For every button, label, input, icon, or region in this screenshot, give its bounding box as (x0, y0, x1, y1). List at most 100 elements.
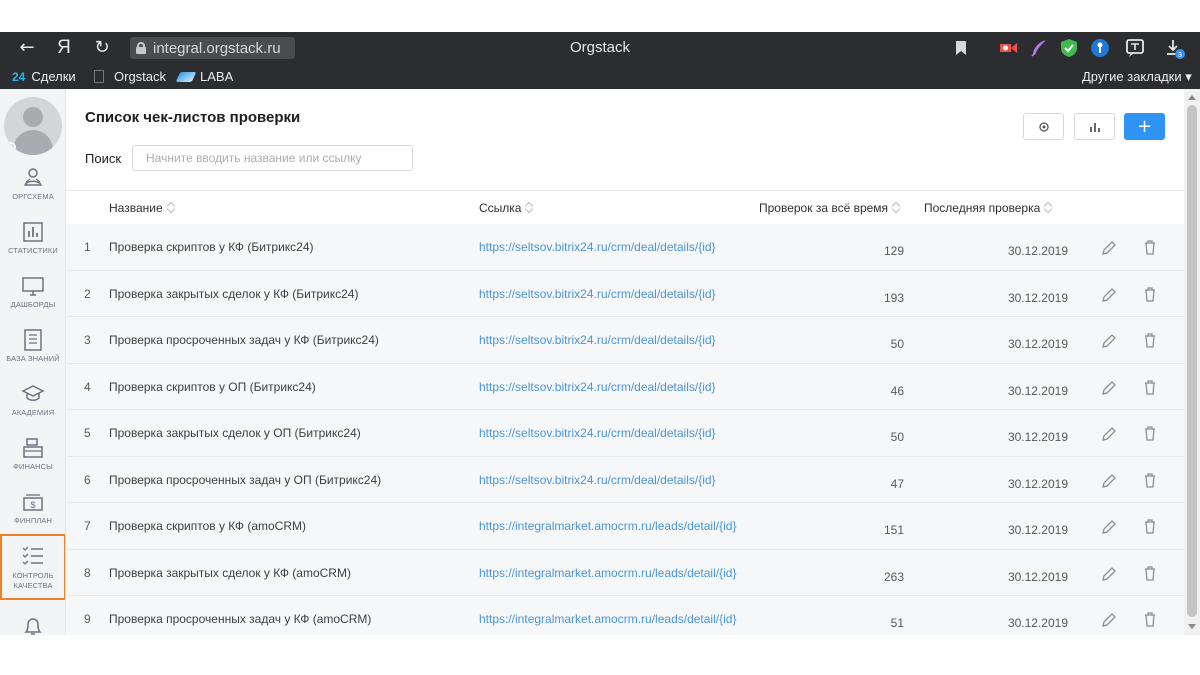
trash-icon[interactable] (1141, 564, 1159, 582)
checks-count: 47 (890, 476, 904, 491)
bookmark-icon[interactable] (950, 37, 972, 59)
edit-icon[interactable] (1100, 239, 1118, 257)
scroll-down-icon[interactable] (1188, 624, 1196, 629)
trash-icon[interactable] (1141, 517, 1159, 535)
sidebar-item-finance[interactable]: ФИНАНСЫ (0, 436, 65, 490)
row-number: 3 (84, 333, 91, 347)
key-extension-icon[interactable] (1089, 37, 1111, 59)
table-row[interactable]: 1 Проверка скриптов у КФ (Битрикс24) https… (67, 224, 1184, 271)
edit-icon[interactable] (1100, 611, 1118, 629)
avatar[interactable] (4, 97, 62, 155)
settings-button[interactable] (1023, 113, 1064, 140)
checklist-name[interactable]: Проверка закрытых сделок у КФ (Битрикс24… (109, 287, 358, 301)
page-scrollbar[interactable] (1184, 89, 1200, 635)
checklist-link[interactable]: https://integralmarket.amocrm.ru/leads/d… (479, 519, 736, 533)
scroll-up-icon[interactable] (1188, 95, 1196, 100)
sidebar-item-knowledge-base[interactable]: БАЗА ЗНАНИЙ (0, 328, 65, 382)
checklist-link[interactable]: https://seltsov.bitrix24.ru/crm/deal/det… (479, 333, 716, 347)
table-row[interactable]: 5 Проверка закрытых сделок у ОП (Битрикс2… (67, 410, 1184, 457)
table-row[interactable]: 8 Проверка закрытых сделок у КФ (amoCRM) h… (67, 549, 1184, 596)
column-header-count[interactable]: Проверок за всё время (759, 201, 900, 215)
sidebar-item-label: ОРГСХЕМА (12, 192, 54, 201)
main-content: Список чек-листов проверки Поиск + Назва… (67, 89, 1184, 635)
table-row[interactable]: 9 Проверка просроченных задач у КФ (amoCR… (67, 596, 1184, 635)
shield-icon[interactable] (1058, 37, 1080, 59)
checklist-name[interactable]: Проверка закрытых сделок у КФ (amoCRM) (109, 566, 351, 580)
trash-icon[interactable] (1141, 424, 1159, 442)
trash-icon[interactable] (1141, 378, 1159, 396)
video-extension-icon[interactable] (997, 37, 1019, 59)
last-check-date: 30.12.2019 (1007, 476, 1068, 491)
checklist-link[interactable]: https://integralmarket.amocrm.ru/leads/d… (479, 566, 736, 580)
checklist-name[interactable]: Проверка скриптов у КФ (amoCRM) (109, 519, 306, 533)
trash-icon[interactable] (1141, 331, 1159, 349)
sidebar-item-dashboards[interactable]: ДАШБОРДЫ (0, 274, 65, 328)
checklist-link[interactable]: https://seltsov.bitrix24.ru/crm/deal/det… (479, 426, 716, 440)
table-row[interactable]: 6 Проверка просроченных задач у ОП (Битри… (67, 456, 1184, 503)
column-header-name[interactable]: Название (109, 201, 175, 215)
checklist-link[interactable]: https://seltsov.bitrix24.ru/crm/deal/det… (479, 240, 716, 254)
bookmark-laba[interactable]: LABA (175, 69, 233, 84)
checklist-link[interactable]: https://integralmarket.amocrm.ru/leads/d… (479, 612, 736, 626)
trash-icon[interactable] (1141, 471, 1159, 489)
download-icon[interactable]: 3 (1163, 37, 1185, 59)
checklist-name[interactable]: Проверка просроченных задач у КФ (amoCRM… (109, 612, 371, 626)
sidebar-item-academy[interactable]: АКАДЕМИЯ (0, 382, 65, 436)
trash-icon[interactable] (1141, 285, 1159, 303)
edit-icon[interactable] (1100, 518, 1118, 536)
feather-extension-icon[interactable] (1028, 37, 1050, 59)
scrollbar-thumb[interactable] (1187, 105, 1197, 617)
sidebar-item-label: АКАДЕМИЯ (11, 408, 55, 417)
edit-icon[interactable] (1100, 472, 1118, 490)
edit-icon[interactable] (1100, 425, 1118, 443)
translate-icon[interactable] (1124, 37, 1146, 59)
bookmark-orgstack[interactable]: Orgstack (94, 69, 166, 84)
row-number: 7 (84, 519, 91, 533)
row-number: 1 (84, 240, 91, 254)
search-input[interactable] (132, 145, 413, 171)
trash-icon[interactable] (1141, 238, 1159, 256)
checks-count: 51 (890, 616, 904, 630)
trash-icon[interactable] (1141, 610, 1159, 628)
sidebar-item-statistics[interactable]: СТАТИСТИКИ (0, 220, 65, 274)
yandex-button[interactable]: Я (52, 36, 76, 60)
bookmark-deals[interactable]: 24 Сделки (12, 69, 76, 84)
table-row[interactable]: 3 Проверка просроченных задач у КФ (Битри… (67, 317, 1184, 364)
sidebar-item-label: БАЗА ЗНАНИЙ (6, 354, 60, 363)
edit-icon[interactable] (1100, 332, 1118, 350)
edit-icon[interactable] (1100, 286, 1118, 304)
checklist-name[interactable]: Проверка просроченных задач у ОП (Битрик… (109, 473, 381, 487)
bar-chart-icon (1089, 122, 1100, 132)
checklist-name[interactable]: Проверка скриптов у КФ (Битрикс24) (109, 240, 314, 254)
address-bar[interactable]: integral.orgstack.ru (130, 37, 295, 59)
reload-button[interactable]: ↻ (90, 36, 114, 60)
statistics-button[interactable] (1074, 113, 1115, 140)
edit-icon[interactable] (1100, 379, 1118, 397)
table-row[interactable]: 7 Проверка скриптов у КФ (amoCRM) https://… (67, 503, 1184, 550)
other-bookmarks[interactable]: Другие закладки ▾ (1082, 69, 1192, 85)
sort-icon (168, 202, 175, 213)
bell-icon (24, 618, 42, 635)
checklist-link[interactable]: https://seltsov.bitrix24.ru/crm/deal/det… (479, 287, 716, 301)
edit-icon[interactable] (1100, 565, 1118, 583)
last-check-date: 30.12.2019 (1007, 430, 1068, 444)
table-row[interactable]: 4 Проверка скриптов у ОП (Битрикс24) https… (67, 363, 1184, 410)
checklist-name[interactable]: Проверка просроченных задач у КФ (Битрик… (109, 333, 379, 347)
last-check-date: 30.12.2019 (1007, 290, 1068, 305)
table-header: Название Ссылка Проверок за всё время По… (67, 190, 1184, 224)
add-checklist-button[interactable]: + (1124, 113, 1165, 140)
checklist-link[interactable]: https://seltsov.bitrix24.ru/crm/deal/det… (479, 473, 716, 487)
sidebar-item-quality-control[interactable]: КОНТРОЛЬ КАЧЕСТВА (0, 534, 65, 600)
sidebar-item-orgchart[interactable]: ОРГСХЕМА (0, 166, 65, 220)
checklist-name[interactable]: Проверка скриптов у ОП (Битрикс24) (109, 380, 316, 394)
checklist-name[interactable]: Проверка закрытых сделок у ОП (Битрикс24… (109, 426, 361, 440)
checklist-link[interactable]: https://seltsov.bitrix24.ru/crm/deal/det… (479, 380, 716, 394)
table-row[interactable]: 2 Проверка закрытых сделок у КФ (Битрикс2… (67, 270, 1184, 317)
bookmark-label: Сделки (31, 69, 76, 84)
column-header-last-check[interactable]: Последняя проверка (924, 201, 1052, 215)
row-number: 5 (84, 426, 91, 440)
money-icon: $ (23, 494, 43, 511)
column-header-link[interactable]: Ссылка (479, 201, 533, 215)
sidebar-item-notifications[interactable] (0, 614, 65, 635)
back-button[interactable]: ← (15, 36, 39, 60)
